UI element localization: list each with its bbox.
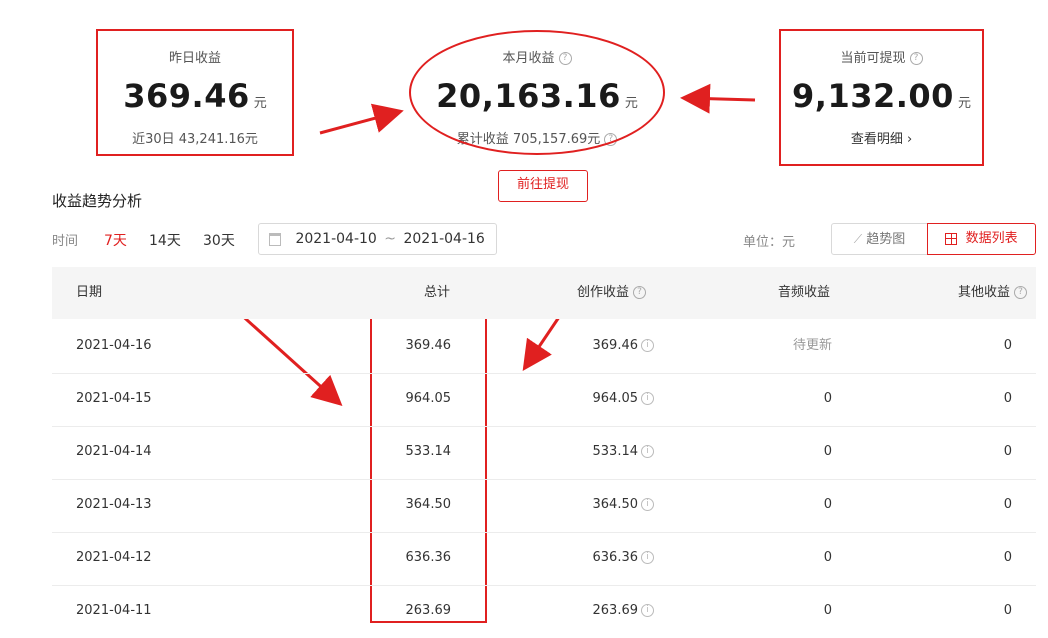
cell-creation: 263.69 i — [592, 585, 654, 637]
date-end: 2021-04-16 — [403, 231, 485, 247]
date-separator: ~ — [384, 231, 397, 247]
unit-label: 单位：元 — [743, 235, 796, 250]
info-icon[interactable]: i — [641, 445, 654, 458]
cell-date: 2021-04-16 — [76, 338, 152, 353]
cell-audio: 0 — [823, 444, 832, 459]
cell-creation-value: 364.50 — [592, 497, 639, 512]
line-chart-icon: ⟋ — [853, 232, 863, 246]
data-list-label: 数据列表 — [965, 231, 1018, 246]
cell-creation: 533.14 i — [592, 426, 654, 478]
date-start: 2021-04-10 — [295, 231, 377, 247]
header-date: 日期 — [76, 285, 103, 300]
cell-creation-value: 636.36 — [592, 550, 639, 565]
cell-date: 2021-04-15 — [76, 391, 152, 406]
cell-creation-value: 533.14 — [592, 444, 639, 459]
cell-total: 263.69 — [405, 603, 452, 618]
cell-total: 533.14 — [405, 444, 452, 459]
filter-7-days[interactable]: 7天 — [104, 230, 127, 250]
cell-creation-value: 964.05 — [592, 391, 639, 406]
arrow-to-month — [319, 103, 404, 135]
table-row: 2021-04-16 369.46 369.46 i 待更新 0 — [52, 320, 1036, 374]
header-creation: 创作收益? — [577, 267, 647, 319]
cell-other: 0 — [1003, 550, 1012, 565]
cell-total: 964.05 — [405, 391, 452, 406]
trend-chart-toggle[interactable]: ⟋ 趋势图 — [831, 223, 928, 255]
cell-other: 0 — [1003, 444, 1012, 459]
cell-other: 0 — [1003, 603, 1012, 618]
info-icon[interactable]: i — [641, 392, 654, 405]
cell-audio: 待更新 — [792, 338, 832, 353]
help-icon[interactable]: ? — [633, 286, 647, 299]
info-icon[interactable]: i — [641, 551, 654, 564]
cell-creation: 636.36 i — [592, 532, 654, 584]
info-icon[interactable]: i — [641, 339, 654, 352]
header-audio: 音频收益 — [778, 285, 831, 300]
table-row: 2021-04-15 964.05 964.05 i 0 0 — [52, 373, 1036, 427]
section-title: 收益趋势分析 — [52, 192, 143, 210]
cell-creation: 364.50 i — [592, 479, 654, 531]
cell-audio: 0 — [823, 497, 832, 512]
cell-total: 369.46 — [405, 338, 452, 353]
cell-total: 364.50 — [405, 497, 452, 512]
header-creation-label: 创作收益 — [577, 285, 630, 300]
header-total: 总计 — [424, 285, 451, 300]
cell-date: 2021-04-14 — [76, 444, 152, 459]
cell-creation-value: 263.69 — [592, 603, 639, 618]
cell-audio: 0 — [823, 391, 832, 406]
date-range-picker[interactable]: 2021-04-10 ~ 2021-04-16 — [258, 223, 497, 255]
table-header: 日期 总计 创作收益? 音频收益 其他收益? — [52, 267, 1036, 319]
cell-date: 2021-04-11 — [76, 603, 152, 618]
cell-audio: 0 — [823, 603, 832, 618]
header-other: 其他收益? — [958, 267, 1028, 319]
time-filter-label: 时间 — [52, 234, 79, 249]
info-icon[interactable]: i — [641, 604, 654, 617]
filter-14-days[interactable]: 14天 — [149, 230, 181, 250]
arrow-from-withdraw — [680, 83, 756, 114]
help-icon[interactable]: ? — [1014, 286, 1028, 299]
header-other-label: 其他收益 — [958, 285, 1011, 300]
cell-audio: 0 — [823, 550, 832, 565]
cell-date: 2021-04-12 — [76, 550, 152, 565]
trend-chart-label: 趋势图 — [866, 232, 906, 247]
filter-30-days[interactable]: 30天 — [203, 230, 235, 250]
data-list-toggle[interactable]: 数据列表 — [927, 223, 1036, 255]
cell-creation-value: 369.46 — [592, 338, 639, 353]
cell-creation: 964.05 i — [592, 373, 654, 425]
withdraw-button[interactable]: 前往提现 — [498, 170, 588, 202]
cell-other: 0 — [1003, 391, 1012, 406]
cell-other: 0 — [1003, 497, 1012, 512]
cell-date: 2021-04-13 — [76, 497, 152, 512]
cell-other: 0 — [1003, 338, 1012, 353]
cell-creation: 369.46 i — [592, 320, 654, 372]
calendar-icon — [269, 232, 281, 246]
table-row: 2021-04-14 533.14 533.14 i 0 0 — [52, 426, 1036, 480]
table-row: 2021-04-13 364.50 364.50 i 0 0 — [52, 479, 1036, 533]
table-icon — [945, 232, 958, 245]
info-icon[interactable]: i — [641, 498, 654, 511]
cell-total: 636.36 — [405, 550, 452, 565]
table-row: 2021-04-12 636.36 636.36 i 0 0 — [52, 532, 1036, 586]
